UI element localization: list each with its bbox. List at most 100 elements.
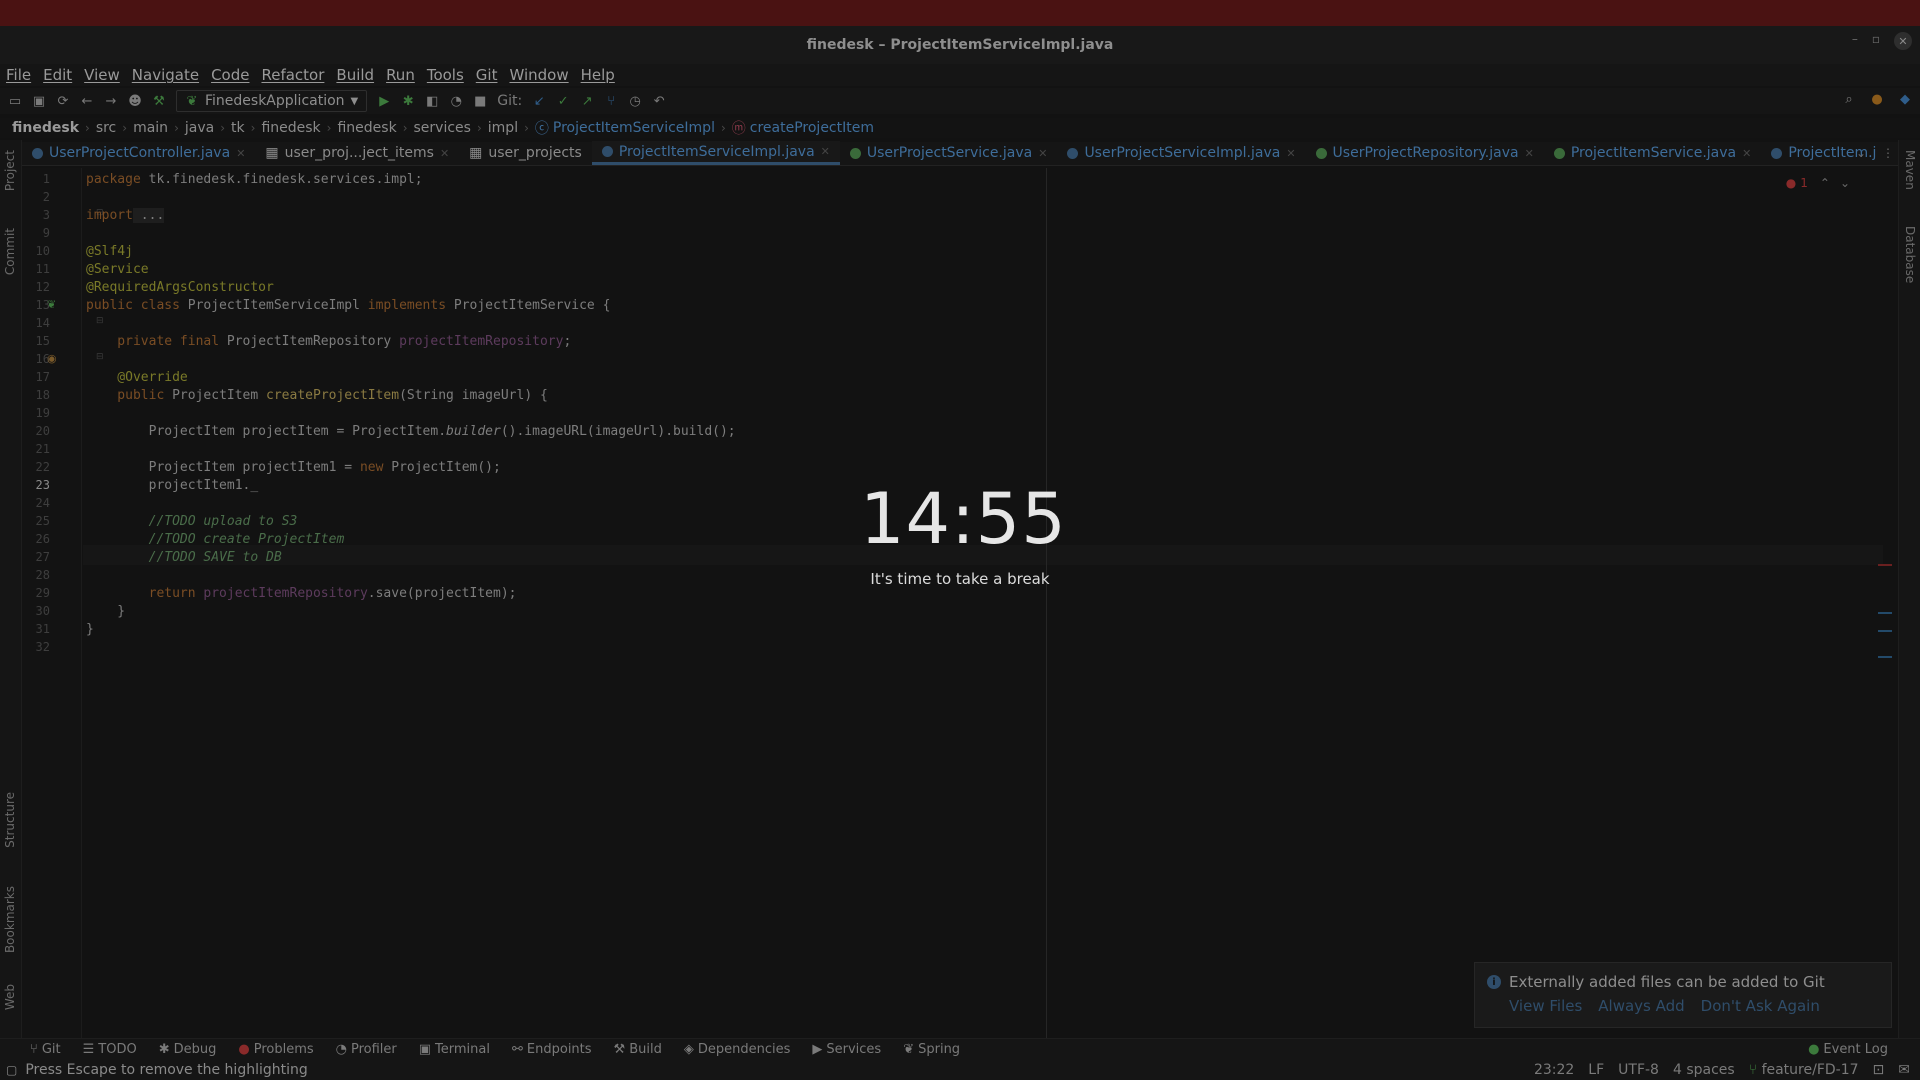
notifications-icon[interactable]: ✉	[1898, 1062, 1910, 1078]
breadcrumb-item[interactable]: services	[414, 120, 471, 136]
open-folder-icon[interactable]: ▭	[8, 94, 22, 109]
tool-todo[interactable]: ☰ TODO	[83, 1042, 137, 1057]
menu-git[interactable]: Git	[476, 66, 498, 84]
stop-icon[interactable]: ■	[473, 94, 487, 109]
tool-endpoints[interactable]: ⚯ Endpoints	[512, 1042, 592, 1057]
save-icon[interactable]: ▣	[32, 94, 46, 109]
breadcrumb-item[interactable]: impl	[488, 120, 518, 136]
close-icon[interactable]: ✕	[1742, 147, 1751, 160]
menu-tools[interactable]: Tools	[427, 66, 464, 84]
chevron-down-icon[interactable]: ⌄	[1856, 146, 1866, 160]
breadcrumb-item[interactable]: src	[96, 120, 116, 136]
git-commit-icon[interactable]: ✓	[556, 94, 570, 109]
history-icon[interactable]: ◷	[628, 94, 642, 109]
git-update-icon[interactable]: ↙	[532, 94, 546, 109]
update-icon[interactable]: ●	[1870, 92, 1884, 107]
status-layout-icon[interactable]: ▢	[6, 1063, 17, 1077]
git-branch-icon[interactable]: ⑂	[604, 94, 618, 109]
forward-icon[interactable]: →	[104, 94, 118, 109]
minimize-icon[interactable]: –	[1852, 32, 1858, 50]
tab-user-project-repository[interactable]: UserProjectRepository.java ✕	[1306, 141, 1544, 165]
fold-icon[interactable]: ⊟	[96, 352, 104, 362]
view-files-link[interactable]: View Files	[1509, 997, 1582, 1015]
rollback-icon[interactable]: ↶	[652, 94, 666, 109]
close-icon[interactable]: ✕	[821, 145, 830, 158]
tool-dependencies[interactable]: ◈ Dependencies	[684, 1042, 791, 1057]
bean-icon[interactable]: ❦	[47, 298, 56, 311]
tool-services[interactable]: ▶ Services	[812, 1042, 881, 1057]
menu-file[interactable]: File	[6, 66, 31, 84]
more-icon[interactable]: ⋮	[1882, 146, 1894, 160]
tool-database[interactable]: Database	[1903, 226, 1917, 283]
breadcrumb-item[interactable]: finedesk	[337, 120, 396, 136]
tool-commit[interactable]: Commit	[3, 228, 17, 275]
back-icon[interactable]: ←	[80, 94, 94, 109]
tool-event-log[interactable]: ● Event Log	[1808, 1042, 1888, 1057]
git-push-icon[interactable]: ↗	[580, 94, 594, 109]
menu-build[interactable]: Build	[336, 66, 374, 84]
run-config-select[interactable]: ❦ FinedeskApplication ▼	[176, 90, 368, 112]
maximize-icon[interactable]: ▫	[1872, 32, 1880, 50]
breadcrumb-root[interactable]: finedesk	[12, 120, 79, 136]
tool-terminal[interactable]: ▣ Terminal	[419, 1042, 490, 1057]
ide-logo-icon[interactable]: ◆	[1898, 92, 1912, 107]
always-add-link[interactable]: Always Add	[1598, 997, 1684, 1015]
fold-icon[interactable]: ⊟	[96, 316, 104, 326]
chevron-down-icon[interactable]: ⌄	[1840, 176, 1850, 190]
hammer-icon[interactable]: ⚒	[152, 94, 166, 109]
tab-user-project-items-table[interactable]: ▦ user_proj...ject_items ✕	[255, 141, 459, 165]
breadcrumb-item[interactable]: java	[185, 120, 214, 136]
user-icon[interactable]: ☻	[128, 94, 142, 109]
tool-problems[interactable]: ● Problems	[238, 1042, 313, 1057]
lock-icon[interactable]: ⊡	[1873, 1062, 1885, 1078]
tab-project-item-service[interactable]: ProjectItemService.java ✕	[1544, 141, 1762, 165]
menu-run[interactable]: Run	[386, 66, 415, 84]
menu-view[interactable]: View	[84, 66, 120, 84]
git-branch[interactable]: ⑂ feature/FD-17	[1749, 1062, 1859, 1078]
menu-edit[interactable]: Edit	[43, 66, 72, 84]
chevron-up-icon[interactable]: ⌃	[1820, 176, 1830, 190]
tool-debug[interactable]: ✱ Debug	[159, 1042, 217, 1057]
close-icon[interactable]: ✕	[236, 147, 245, 160]
profile-icon[interactable]: ◔	[449, 94, 463, 109]
menu-code[interactable]: Code	[211, 66, 249, 84]
tool-structure[interactable]: Structure	[3, 792, 17, 848]
breadcrumb-item[interactable]: tk	[231, 120, 245, 136]
tool-maven[interactable]: Maven	[1903, 150, 1917, 190]
menu-navigate[interactable]: Navigate	[132, 66, 199, 84]
indent-setting[interactable]: 4 spaces	[1673, 1062, 1735, 1078]
tool-bookmarks[interactable]: Bookmarks	[3, 886, 17, 953]
override-icon[interactable]: ◉	[47, 352, 57, 365]
close-icon[interactable]: ✕	[1525, 147, 1534, 160]
line-separator[interactable]: LF	[1588, 1062, 1604, 1078]
sync-icon[interactable]: ⟳	[56, 94, 70, 109]
close-icon[interactable]: ✕	[1894, 32, 1912, 50]
caret-position[interactable]: 23:22	[1534, 1062, 1574, 1078]
error-indicator[interactable]: ● 1 ⌃ ⌄	[1786, 176, 1850, 190]
menu-help[interactable]: Help	[581, 66, 615, 84]
close-icon[interactable]: ✕	[1286, 147, 1295, 160]
debug-icon[interactable]: ✱	[401, 94, 415, 109]
tool-build[interactable]: ⚒ Build	[614, 1042, 662, 1057]
close-icon[interactable]: ✕	[1038, 147, 1047, 160]
menu-window[interactable]: Window	[509, 66, 568, 84]
breadcrumb-item[interactable]: main	[133, 120, 168, 136]
tool-web[interactable]: Web	[3, 984, 17, 1010]
tab-user-project-service[interactable]: UserProjectService.java ✕	[840, 141, 1058, 165]
tab-user-project-service-impl[interactable]: UserProjectServiceImpl.java ✕	[1057, 141, 1305, 165]
file-encoding[interactable]: UTF-8	[1618, 1062, 1659, 1078]
tool-profiler[interactable]: ◔ Profiler	[336, 1042, 397, 1057]
breadcrumb-item[interactable]: finedesk	[261, 120, 320, 136]
tab-user-project-controller[interactable]: UserProjectController.java ✕	[22, 141, 255, 165]
tool-project[interactable]: Project	[3, 150, 17, 191]
breadcrumb-method[interactable]: createProjectItem	[750, 120, 874, 136]
tab-user-projects-table[interactable]: ▦ user_projects	[459, 141, 592, 165]
breadcrumb-class[interactable]: ProjectItemServiceImpl	[553, 120, 715, 136]
run-icon[interactable]: ▶	[377, 94, 391, 109]
tab-project-item-service-impl[interactable]: ProjectItemServiceImpl.java ✕	[591, 141, 840, 165]
close-icon[interactable]: ✕	[440, 147, 449, 160]
coverage-icon[interactable]: ◧	[425, 94, 439, 109]
tool-git[interactable]: ⑂ Git	[30, 1042, 61, 1057]
menu-refactor[interactable]: Refactor	[261, 66, 324, 84]
dont-ask-again-link[interactable]: Don't Ask Again	[1701, 997, 1820, 1015]
